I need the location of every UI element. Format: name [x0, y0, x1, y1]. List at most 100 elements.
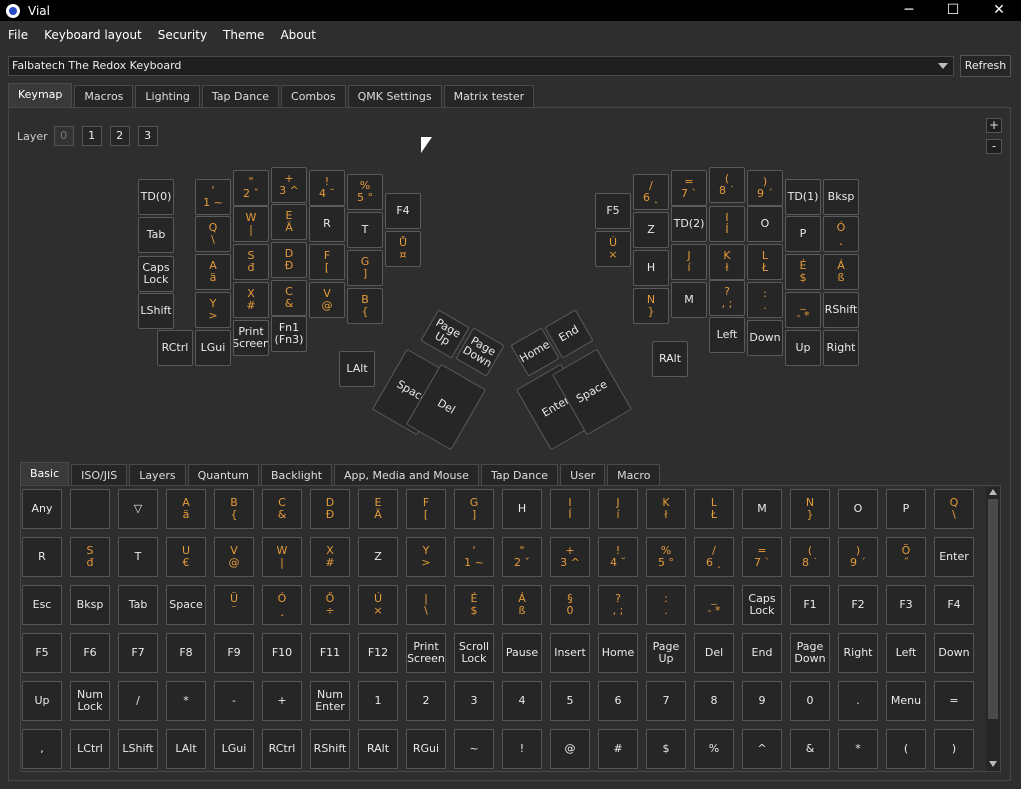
keycode-scroll-lock[interactable]: Scroll Lock: [454, 633, 494, 673]
key-o[interactable]: O: [747, 206, 783, 242]
palette-tab-tap-dance[interactable]: Tap Dance: [480, 464, 559, 486]
keycode-f7[interactable]: F7: [118, 633, 158, 673]
keycode-l[interactable]: LŁ: [694, 489, 734, 529]
keycode-ralt[interactable]: RAlt: [358, 729, 398, 769]
keycode-f1[interactable]: F1: [790, 585, 830, 625]
keycode-symbol[interactable]: ,: [22, 729, 62, 769]
layer-button-2[interactable]: 2: [109, 126, 130, 146]
keycode-menu[interactable]: Menu: [886, 681, 926, 721]
keycode-s[interactable]: Sđ: [70, 537, 110, 577]
keycode-end[interactable]: End: [742, 633, 782, 673]
zoom-in-button[interactable]: +: [986, 118, 1002, 133]
key-print-screen[interactable]: Print Screen: [233, 320, 269, 356]
keycode-y[interactable]: Y >: [406, 537, 446, 577]
keycode-symbol[interactable]: É $: [454, 585, 494, 625]
keycode-f8[interactable]: F8: [166, 633, 206, 673]
key-n[interactable]: N}: [633, 288, 669, 324]
key-down[interactable]: Down: [747, 320, 783, 356]
menu-security[interactable]: Security: [152, 24, 213, 46]
key-up[interactable]: Up: [785, 330, 821, 366]
key-symbol[interactable]: É $: [785, 254, 821, 290]
keycode-f6[interactable]: F6: [70, 633, 110, 673]
key-z[interactable]: Z: [633, 212, 669, 248]
keycode-1[interactable]: 1: [358, 681, 398, 721]
maximize-button[interactable]: ☐: [930, 0, 976, 21]
key-right[interactable]: Right: [823, 330, 859, 366]
key-w[interactable]: W |: [233, 206, 269, 242]
keycode-symbol[interactable]: /6 ˛: [694, 537, 734, 577]
keycode-rgui[interactable]: RGui: [406, 729, 446, 769]
keycode-b[interactable]: B{: [214, 489, 254, 529]
keycode-symbol[interactable]: = 7 `: [742, 537, 782, 577]
key-f[interactable]: F[: [309, 244, 345, 280]
keycode-pause[interactable]: Pause: [502, 633, 542, 673]
keycode-symbol[interactable]: -: [214, 681, 254, 721]
key-l[interactable]: LŁ: [747, 244, 783, 280]
key-m[interactable]: M: [671, 282, 707, 318]
keycode-symbol[interactable]: :.: [646, 585, 686, 625]
keycode-8[interactable]: 8: [694, 681, 734, 721]
keycode-t[interactable]: T: [118, 537, 158, 577]
key-e[interactable]: EÄ: [271, 204, 307, 240]
key-y[interactable]: Y >: [195, 292, 231, 328]
keycode-symbol[interactable]: ~: [454, 729, 494, 769]
key-caps-lock[interactable]: Caps Lock: [138, 256, 174, 292]
layer-button-0[interactable]: 0: [53, 126, 74, 146]
tab-keymap[interactable]: Keymap: [8, 83, 73, 107]
keycode-symbol[interactable]: ^: [742, 729, 782, 769]
keycode-3[interactable]: 3: [454, 681, 494, 721]
palette-tab-basic[interactable]: Basic: [20, 462, 70, 486]
keycode-e[interactable]: EÄ: [358, 489, 398, 529]
keycode-symbol[interactable]: (: [886, 729, 926, 769]
tab-lighting[interactable]: Lighting: [135, 85, 200, 107]
keycode-f2[interactable]: F2: [838, 585, 878, 625]
tab-combos[interactable]: Combos: [281, 85, 346, 107]
keycode-enter[interactable]: Enter: [934, 537, 974, 577]
key-fn1-fn3[interactable]: Fn1 (Fn3): [271, 316, 307, 352]
keycode-q[interactable]: Q \: [934, 489, 974, 529]
key-symbol[interactable]: Áß: [823, 254, 859, 290]
keycode-f12[interactable]: F12: [358, 633, 398, 673]
tab-qmk-settings[interactable]: QMK Settings: [347, 85, 442, 107]
menu-theme[interactable]: Theme: [217, 24, 270, 46]
keycode-any[interactable]: Any: [22, 489, 62, 529]
keycode-symbol[interactable]: Áß: [502, 585, 542, 625]
keycode-up[interactable]: Up: [22, 681, 62, 721]
keycode-bksp[interactable]: Bksp: [70, 585, 110, 625]
keycode-x[interactable]: X #: [310, 537, 350, 577]
keycode-g[interactable]: G]: [454, 489, 494, 529]
palette-tab-quantum[interactable]: Quantum: [187, 464, 259, 486]
keycode-symbol[interactable]: ' 1 ~: [454, 537, 494, 577]
keycode-c[interactable]: C &: [262, 489, 302, 529]
keycode-home[interactable]: Home: [598, 633, 638, 673]
keycode-9[interactable]: 9: [742, 681, 782, 721]
keycode-esc[interactable]: Esc: [22, 585, 62, 625]
keycode-symbol[interactable]: % 5 °: [646, 537, 686, 577]
key-q[interactable]: Q \: [195, 216, 231, 252]
keycode-tab[interactable]: Tab: [118, 585, 158, 625]
key-rctrl[interactable]: RCtrl: [157, 330, 193, 366]
menu-keyboard-layout[interactable]: Keyboard layout: [38, 24, 148, 46]
key-bksp[interactable]: Bksp: [823, 179, 859, 215]
keycode-6[interactable]: 6: [598, 681, 638, 721]
key-symbol[interactable]: ) 9 ´: [747, 170, 783, 206]
keycode-i[interactable]: IÍ: [550, 489, 590, 529]
key-symbol[interactable]: :.: [747, 282, 783, 318]
keycode-page-down[interactable]: Page Down: [790, 633, 830, 673]
keycode-f9[interactable]: F9: [214, 633, 254, 673]
palette-scrollbar[interactable]: [986, 487, 1000, 771]
keycode-space[interactable]: Space: [166, 585, 206, 625]
keycode-symbol[interactable]: ?, ;: [598, 585, 638, 625]
tab-tap-dance[interactable]: Tap Dance: [201, 85, 280, 107]
key-symbol[interactable]: % 5 °: [347, 174, 383, 210]
keycode-2[interactable]: 2: [406, 681, 446, 721]
keycode-symbol[interactable]: Ő ÷: [310, 585, 350, 625]
key-symbol[interactable]: Ú ×: [595, 231, 631, 267]
close-button[interactable]: ✕: [976, 0, 1021, 21]
keycode-down[interactable]: Down: [934, 633, 974, 673]
key-p[interactable]: P: [785, 216, 821, 252]
key-f5[interactable]: F5: [595, 193, 631, 229]
keycode-symbol[interactable]: %: [694, 729, 734, 769]
key-x[interactable]: X #: [233, 282, 269, 318]
keycode-symbol[interactable]: Ü ¨: [214, 585, 254, 625]
